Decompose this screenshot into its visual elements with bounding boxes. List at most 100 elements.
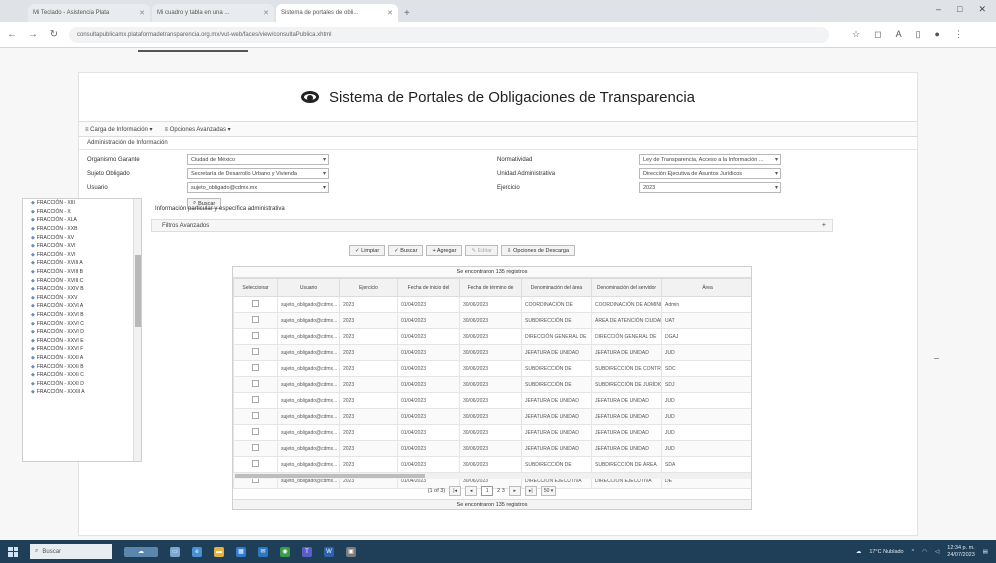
- advanced-filters-panel[interactable]: Filtros Avanzados +: [151, 219, 833, 232]
- tree-item[interactable]: ◆ FRACCIÓN - XXXI B: [23, 362, 141, 371]
- tree-item[interactable]: ◆ FRACCIÓN - XXVI B: [23, 311, 141, 320]
- tree-scrollbar[interactable]: [133, 199, 141, 461]
- grid-scroll-thumb[interactable]: [235, 474, 425, 478]
- first-page-button[interactable]: |◂: [449, 486, 462, 496]
- clock[interactable]: 12:34 p. m. 24/07/2023: [947, 545, 975, 559]
- column-header[interactable]: Fecha de inicio del: [397, 278, 460, 297]
- windows-start-icon[interactable]: [8, 546, 18, 557]
- row-checkbox[interactable]: [252, 396, 259, 403]
- menu-carga-informacion[interactable]: ≡ Carga de Información ▾: [85, 126, 153, 133]
- tree-item[interactable]: ◆ FRACCIÓN - XXVI A: [23, 302, 141, 311]
- tree-item[interactable]: ◆ FRACCIÓN - XXXI D: [23, 379, 141, 388]
- new-tab-button[interactable]: +: [404, 8, 410, 22]
- tree-item[interactable]: ◆ FRACCIÓN - XLA: [23, 216, 141, 225]
- edge-icon[interactable]: e: [192, 546, 202, 557]
- tree-item[interactable]: ◆ FRACCIÓN - XVIII A: [23, 259, 141, 268]
- file-explorer-icon[interactable]: ▬: [214, 546, 224, 557]
- profile-icon[interactable]: ●: [935, 29, 940, 40]
- tree-item[interactable]: ◆ FRACCIÓN - XXXI C: [23, 371, 141, 380]
- task-view-icon[interactable]: ▭: [170, 546, 180, 557]
- notification-icon[interactable]: ▤: [983, 549, 988, 555]
- close-window-button[interactable]: ✕: [978, 4, 986, 15]
- ejercicio-select[interactable]: 2023 ▾: [639, 182, 781, 193]
- chevron-up-icon[interactable]: ^: [912, 549, 915, 555]
- menu-icon[interactable]: ⋮: [954, 29, 963, 40]
- row-checkbox[interactable]: [252, 444, 259, 451]
- word-icon[interactable]: W: [324, 546, 334, 557]
- tree-item[interactable]: ◆ FRACCIÓN - XXVI F: [23, 345, 141, 354]
- column-header[interactable]: Denominación del área: [521, 278, 592, 297]
- buscar-grid-button[interactable]: ✓ Buscar: [388, 245, 424, 256]
- app-icon[interactable]: ▣: [346, 546, 356, 557]
- rows-per-page-select[interactable]: 50 ▾: [540, 486, 557, 496]
- normatividad-select[interactable]: Ley de Transparencia, Acceso a la Inform…: [639, 154, 781, 165]
- tree-scroll-thumb[interactable]: [135, 255, 141, 327]
- table-row[interactable]: sujeto_obligado@cdmx... 2023 01/04/2023 30/…: [233, 456, 751, 473]
- limpiar-button[interactable]: ✓ Limpiar: [349, 245, 386, 256]
- tree-item[interactable]: ◆ FRACCIÓN - XXVI E: [23, 337, 141, 346]
- font-icon[interactable]: A: [896, 29, 902, 40]
- tree-item[interactable]: ◆ FRACCIÓN - X: [23, 208, 141, 217]
- unidad-select[interactable]: Dirección Ejecutiva de Asuntos Jurídicos…: [639, 168, 781, 179]
- minimize-button[interactable]: –: [936, 4, 941, 15]
- other-pages[interactable]: 2 3: [497, 488, 505, 494]
- prev-page-button[interactable]: ◂: [465, 486, 478, 496]
- weather-icon[interactable]: ☁: [856, 549, 862, 555]
- tree-item[interactable]: ◆ FRACCIÓN - XVIII B: [23, 268, 141, 277]
- table-row[interactable]: sujeto_obligado@cdmx... 2023 01/04/2023 30/…: [233, 344, 751, 361]
- tree-item[interactable]: ◆ FRACCIÓN - XXV: [23, 294, 141, 303]
- wifi-icon[interactable]: ◠: [922, 549, 927, 555]
- close-icon[interactable]: ✕: [139, 9, 145, 17]
- tree-item[interactable]: ◆ FRACCIÓN - XXB: [23, 225, 141, 234]
- descarga-button[interactable]: ⇩ Opciones de Descarga: [500, 245, 576, 256]
- tree-item[interactable]: ◆ FRACCIÓN - XXXI A: [23, 354, 141, 363]
- table-row[interactable]: sujeto_obligado@cdmx... 2023 01/04/2023 30/…: [233, 392, 751, 409]
- chrome-icon[interactable]: ◉: [280, 546, 290, 557]
- forward-icon[interactable]: →: [27, 29, 39, 40]
- last-page-button[interactable]: ▸|: [524, 486, 537, 496]
- extensions-icon[interactable]: ◻: [874, 29, 881, 40]
- column-header[interactable]: Ejercicio: [339, 278, 398, 297]
- expand-icon[interactable]: +: [822, 222, 826, 229]
- column-header[interactable]: Usuario: [277, 278, 340, 297]
- sidebar-icon[interactable]: ▯: [916, 29, 921, 40]
- taskbar-search[interactable]: ⌕ Buscar: [30, 544, 112, 559]
- back-icon[interactable]: ←: [6, 29, 18, 40]
- weather-text[interactable]: 17°C Nublado: [869, 549, 903, 555]
- close-icon[interactable]: ✕: [387, 9, 393, 17]
- agregar-button[interactable]: + Agregar: [426, 245, 463, 256]
- next-page-button[interactable]: ▸: [508, 486, 521, 496]
- row-checkbox[interactable]: [252, 364, 259, 371]
- row-checkbox[interactable]: [252, 348, 259, 355]
- url-field[interactable]: consultapublicamx.plataformadetransparen…: [69, 26, 829, 43]
- fraccion-tree[interactable]: ◆ FRACCIÓN - XIII ◆ FRACCIÓN - X ◆ FRACCIÓN -…: [22, 198, 142, 462]
- browser-tab[interactable]: Mi Teclado - Asistencia Plata ✕: [28, 4, 150, 22]
- table-row[interactable]: sujeto_obligado@cdmx... 2023 01/04/2023 30/…: [233, 440, 751, 457]
- reload-icon[interactable]: ↻: [48, 29, 60, 40]
- widgets-icon[interactable]: ☁: [124, 546, 158, 557]
- tree-item[interactable]: ◆ FRACCIÓN - XVI: [23, 251, 141, 260]
- editar-button[interactable]: ✎ Editar: [465, 245, 498, 256]
- table-row[interactable]: sujeto_obligado@cdmx... 2023 01/04/2023 30/…: [233, 328, 751, 345]
- table-row[interactable]: sujeto_obligado@cdmx... 2023 01/04/2023 30/…: [233, 296, 751, 313]
- table-row[interactable]: sujeto_obligado@cdmx... 2023 01/04/2023 30/…: [233, 424, 751, 441]
- row-checkbox[interactable]: [252, 412, 259, 419]
- row-checkbox[interactable]: [252, 380, 259, 387]
- column-header[interactable]: Área: [661, 278, 751, 297]
- browser-tab-active[interactable]: Sistema de portales de obli... ✕: [276, 4, 398, 22]
- menu-opciones-avanzadas[interactable]: ≡ Opciones Avanzadas ▾: [165, 126, 231, 133]
- row-checkbox[interactable]: [252, 316, 259, 323]
- mail-icon[interactable]: ✉: [258, 546, 268, 557]
- store-icon[interactable]: ▦: [236, 546, 246, 557]
- row-checkbox[interactable]: [252, 428, 259, 435]
- row-checkbox[interactable]: [252, 300, 259, 307]
- star-icon[interactable]: ☆: [852, 29, 860, 40]
- close-icon[interactable]: ✕: [263, 9, 269, 17]
- sujeto-obligado-select[interactable]: Secretaría de Desarrollo Urbano y Vivien…: [187, 168, 329, 179]
- teams-icon[interactable]: T: [302, 546, 312, 557]
- organismo-select[interactable]: Ciudad de México ▾: [187, 154, 329, 165]
- maximize-button[interactable]: □: [957, 4, 962, 15]
- grid-horizontal-scrollbar[interactable]: [233, 473, 751, 479]
- table-row[interactable]: sujeto_obligado@cdmx... 2023 01/04/2023 30/…: [233, 312, 751, 329]
- tree-item[interactable]: ◆ FRACCIÓN - XV: [23, 233, 141, 242]
